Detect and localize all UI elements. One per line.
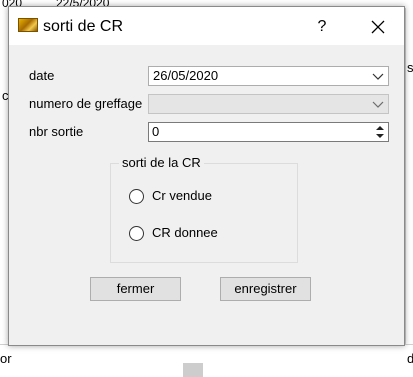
nbr-sortie-value: 0 bbox=[152, 124, 160, 139]
spin-down-icon[interactable] bbox=[373, 132, 387, 140]
date-value: 26/05/2020 bbox=[153, 68, 219, 83]
date-label: date bbox=[29, 68, 55, 83]
greffage-label: numero de greffage bbox=[29, 96, 143, 111]
chevron-down-icon bbox=[372, 73, 384, 80]
close-icon bbox=[371, 20, 385, 34]
enregistrer-button[interactable]: enregistrer bbox=[220, 277, 311, 301]
background-text: s bbox=[407, 60, 413, 75]
radio-cr-donnee-label[interactable]: CR donnee bbox=[152, 225, 218, 241]
nbr-sortie-label: nbr sortie bbox=[29, 124, 84, 139]
sortie-dialog: sorti de CR ? date 26/05/2020 numero de … bbox=[8, 6, 405, 346]
sortie-type-group: sorti de la CR Cr vendue CR donnee bbox=[110, 155, 298, 263]
help-button[interactable]: ? bbox=[305, 13, 339, 41]
spinbox-buttons bbox=[373, 124, 387, 140]
background-table-footer: or d bbox=[0, 344, 413, 377]
spin-up-icon[interactable] bbox=[373, 124, 387, 132]
background-right-panel: s bbox=[405, 8, 413, 376]
dialog-title: sorti de CR bbox=[43, 18, 124, 35]
folder-photo-icon bbox=[18, 18, 38, 32]
title-bar[interactable]: sorti de CR ? bbox=[9, 7, 404, 45]
greffage-select[interactable] bbox=[148, 94, 389, 114]
radio-cr-vendue[interactable] bbox=[129, 189, 144, 204]
fermer-button[interactable]: fermer bbox=[90, 277, 181, 301]
radio-cr-donnee[interactable] bbox=[129, 226, 144, 241]
background-text: or bbox=[0, 351, 12, 366]
background-text: d bbox=[407, 351, 413, 366]
background-scrollbar-thumb[interactable] bbox=[183, 363, 203, 377]
close-button[interactable] bbox=[357, 13, 399, 41]
chevron-down-icon bbox=[372, 101, 384, 108]
date-picker[interactable]: 26/05/2020 bbox=[148, 66, 389, 86]
radio-cr-vendue-label[interactable]: Cr vendue bbox=[152, 188, 212, 204]
group-title: sorti de la CR bbox=[119, 155, 204, 171]
nbr-sortie-spinbox[interactable]: 0 bbox=[148, 122, 389, 142]
